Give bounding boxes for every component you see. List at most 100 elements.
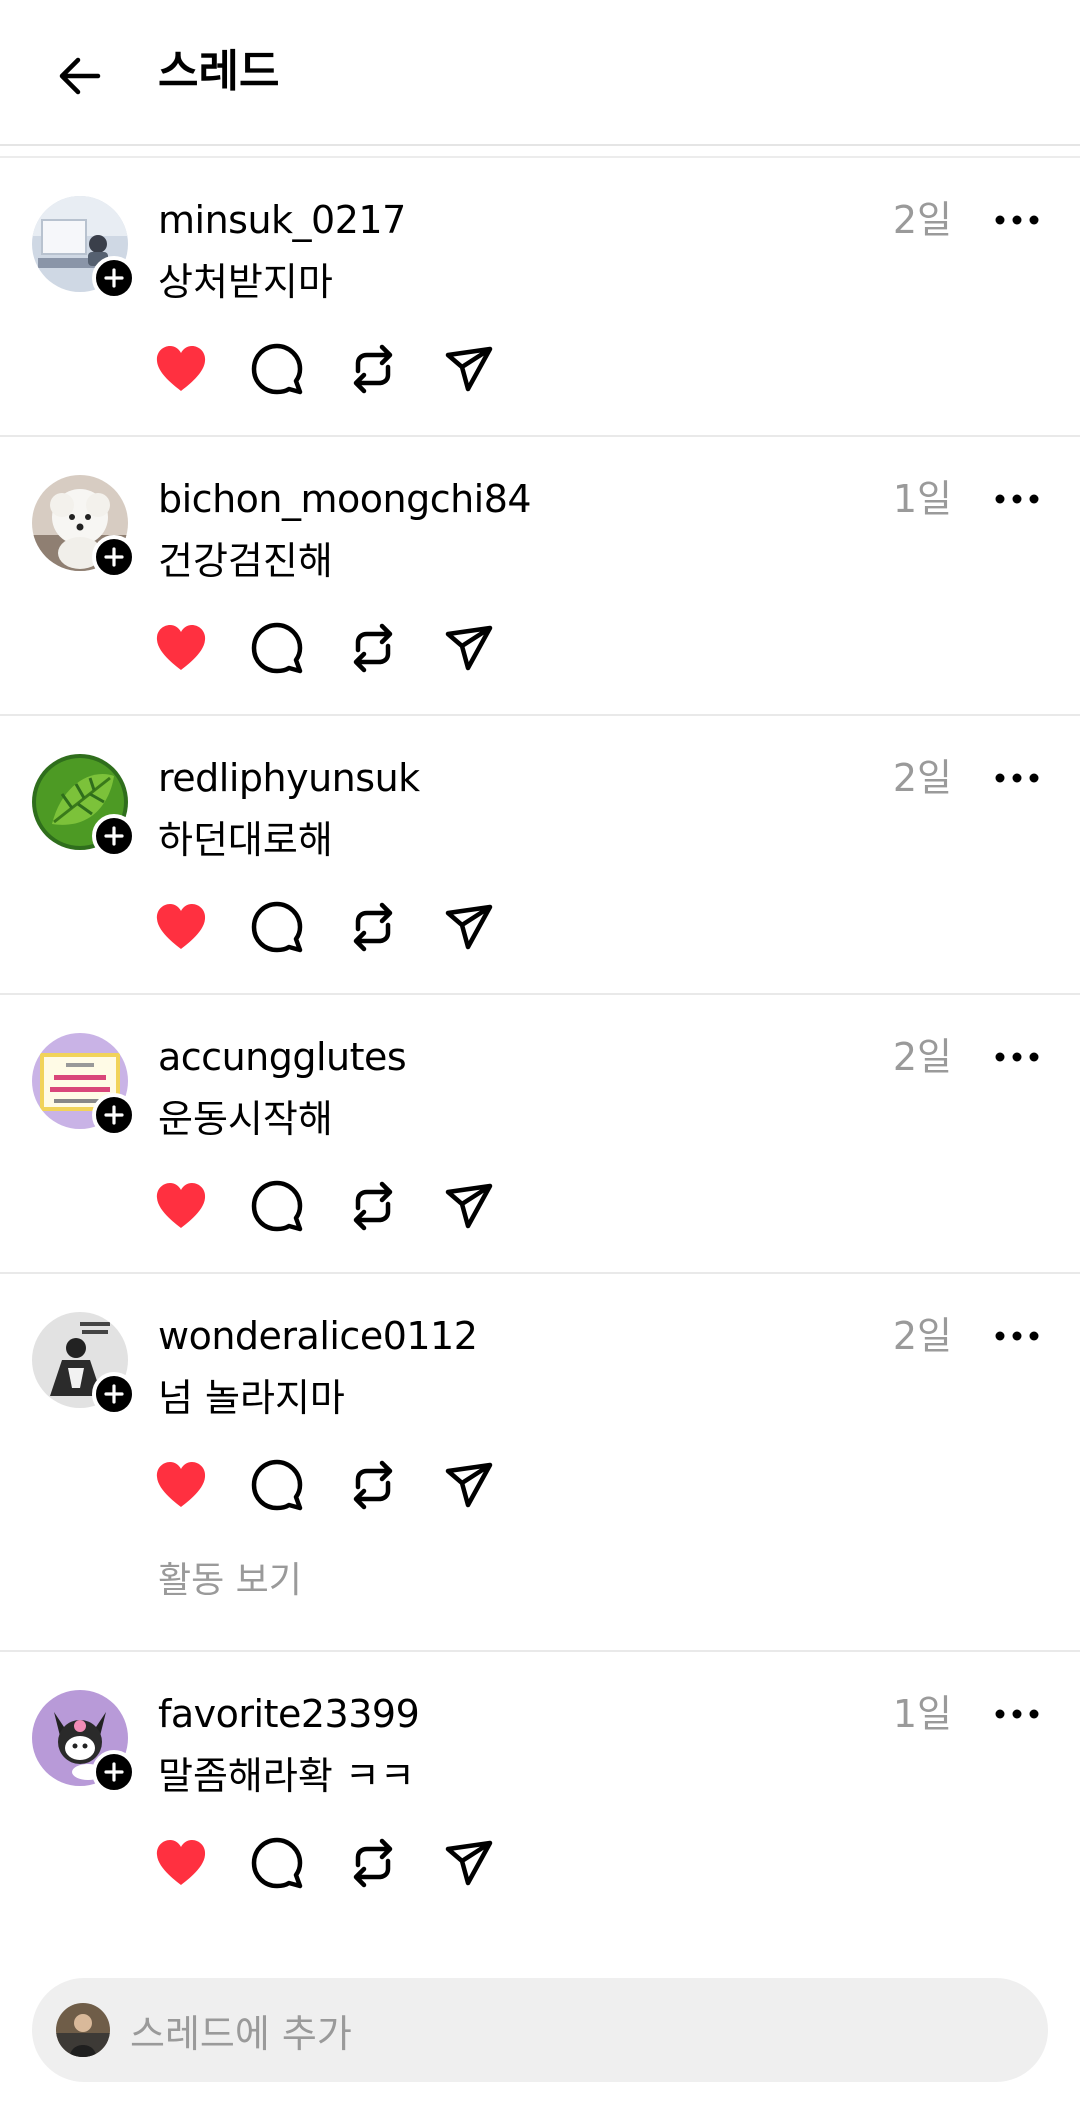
reply-list: minsuk_0217 2일 상처받지마 bichon_moongchi84 1… [0, 158, 1080, 1931]
list-item: accungglutes 2일 운동시작해 [0, 995, 1080, 1274]
like-button[interactable] [154, 1179, 208, 1233]
repost-icon [353, 1181, 393, 1231]
like-button[interactable] [154, 900, 208, 954]
timestamp: 2일 [892, 756, 952, 800]
repost-icon [353, 902, 393, 952]
list-item: bichon_moongchi84 1일 건강검진해 [0, 437, 1080, 716]
plus-icon [104, 268, 124, 288]
timestamp: 2일 [892, 198, 952, 242]
share-button[interactable] [442, 342, 496, 396]
list-item: redliphyunsuk 2일 하던대로해 [0, 716, 1080, 995]
timestamp: 2일 [892, 1035, 952, 1079]
username[interactable]: bichon_moongchi84 [158, 473, 532, 525]
top-bar: 스레드 [0, 0, 1080, 146]
send-icon [445, 625, 493, 671]
share-button[interactable] [442, 900, 496, 954]
action-bar [154, 1458, 496, 1518]
repost-button[interactable] [346, 900, 400, 954]
share-button[interactable] [442, 1179, 496, 1233]
follow-button[interactable] [92, 535, 136, 579]
username[interactable]: wonderalice0112 [158, 1310, 478, 1362]
more-horizontal-icon [995, 494, 1039, 504]
reply-input[interactable]: 스레드에 추가 [32, 1978, 1048, 2082]
repost-button[interactable] [346, 621, 400, 675]
send-icon [445, 904, 493, 950]
reply-button[interactable] [250, 342, 304, 396]
repost-button[interactable] [346, 1179, 400, 1233]
action-bar [154, 1179, 496, 1239]
username[interactable]: accungglutes [158, 1031, 407, 1083]
reply-placeholder: 스레드에 추가 [130, 2011, 352, 2056]
share-button[interactable] [442, 1458, 496, 1512]
timestamp: 1일 [892, 477, 952, 521]
reply-button[interactable] [250, 1458, 304, 1512]
reply-button[interactable] [250, 1179, 304, 1233]
more-options-button[interactable] [992, 760, 1042, 796]
heart-filled-icon [156, 625, 206, 670]
list-item: favorite23399 1일 말좀해라확 ㅋㅋ [0, 1652, 1080, 1931]
timestamp: 1일 [892, 1692, 952, 1736]
send-icon [445, 1840, 493, 1886]
action-bar [154, 342, 496, 402]
reply-composer-bar: 스레드에 추가 [0, 1928, 1080, 2115]
more-horizontal-icon [995, 1052, 1039, 1062]
more-options-button[interactable] [992, 1696, 1042, 1732]
send-icon [445, 1462, 493, 1508]
more-horizontal-icon [995, 773, 1039, 783]
reply-button[interactable] [250, 900, 304, 954]
post-text: 하던대로해 [158, 818, 333, 862]
follow-button[interactable] [92, 1093, 136, 1137]
like-button[interactable] [154, 1836, 208, 1890]
comment-icon [251, 1180, 303, 1232]
more-horizontal-icon [995, 1331, 1039, 1341]
repost-button[interactable] [346, 1836, 400, 1890]
comment-icon [251, 343, 303, 395]
follow-button[interactable] [92, 1750, 136, 1794]
repost-icon [353, 623, 393, 673]
action-bar [154, 1836, 496, 1896]
more-options-button[interactable] [992, 481, 1042, 517]
repost-icon [353, 1460, 393, 1510]
reply-button[interactable] [250, 621, 304, 675]
comment-icon [251, 1459, 303, 1511]
post-text: 상처받지마 [158, 260, 333, 304]
like-button[interactable] [154, 1458, 208, 1512]
plus-icon [104, 826, 124, 846]
like-button[interactable] [154, 342, 208, 396]
repost-icon [353, 344, 393, 394]
action-bar [154, 900, 496, 960]
back-button[interactable] [48, 44, 112, 108]
username[interactable]: redliphyunsuk [158, 752, 420, 804]
follow-button[interactable] [92, 1372, 136, 1416]
more-options-button[interactable] [992, 1039, 1042, 1075]
heart-filled-icon [156, 904, 206, 949]
username[interactable]: favorite23399 [158, 1688, 420, 1740]
share-button[interactable] [442, 1836, 496, 1890]
more-options-button[interactable] [992, 202, 1042, 238]
follow-button[interactable] [92, 256, 136, 300]
repost-button[interactable] [346, 1458, 400, 1512]
page-title: 스레드 [158, 46, 280, 97]
comment-icon [251, 622, 303, 674]
post-text: 운동시작해 [158, 1097, 333, 1141]
list-item: wonderalice0112 2일 넘 놀라지마 활동 보기 [0, 1274, 1080, 1652]
view-activity-link[interactable]: 활동 보기 [158, 1556, 302, 1606]
more-options-button[interactable] [992, 1318, 1042, 1354]
plus-icon [104, 1105, 124, 1125]
username[interactable]: minsuk_0217 [158, 194, 406, 246]
send-icon [445, 1183, 493, 1229]
plus-icon [104, 547, 124, 567]
more-horizontal-icon [995, 1709, 1039, 1719]
action-bar [154, 621, 496, 681]
like-button[interactable] [154, 621, 208, 675]
plus-icon [104, 1384, 124, 1404]
repost-icon [353, 1838, 393, 1888]
share-button[interactable] [442, 621, 496, 675]
heart-filled-icon [156, 1840, 206, 1885]
repost-button[interactable] [346, 342, 400, 396]
reply-button[interactable] [250, 1836, 304, 1890]
heart-filled-icon [156, 1462, 206, 1507]
follow-button[interactable] [92, 814, 136, 858]
timestamp: 2일 [892, 1314, 952, 1358]
list-item: minsuk_0217 2일 상처받지마 [0, 158, 1080, 437]
